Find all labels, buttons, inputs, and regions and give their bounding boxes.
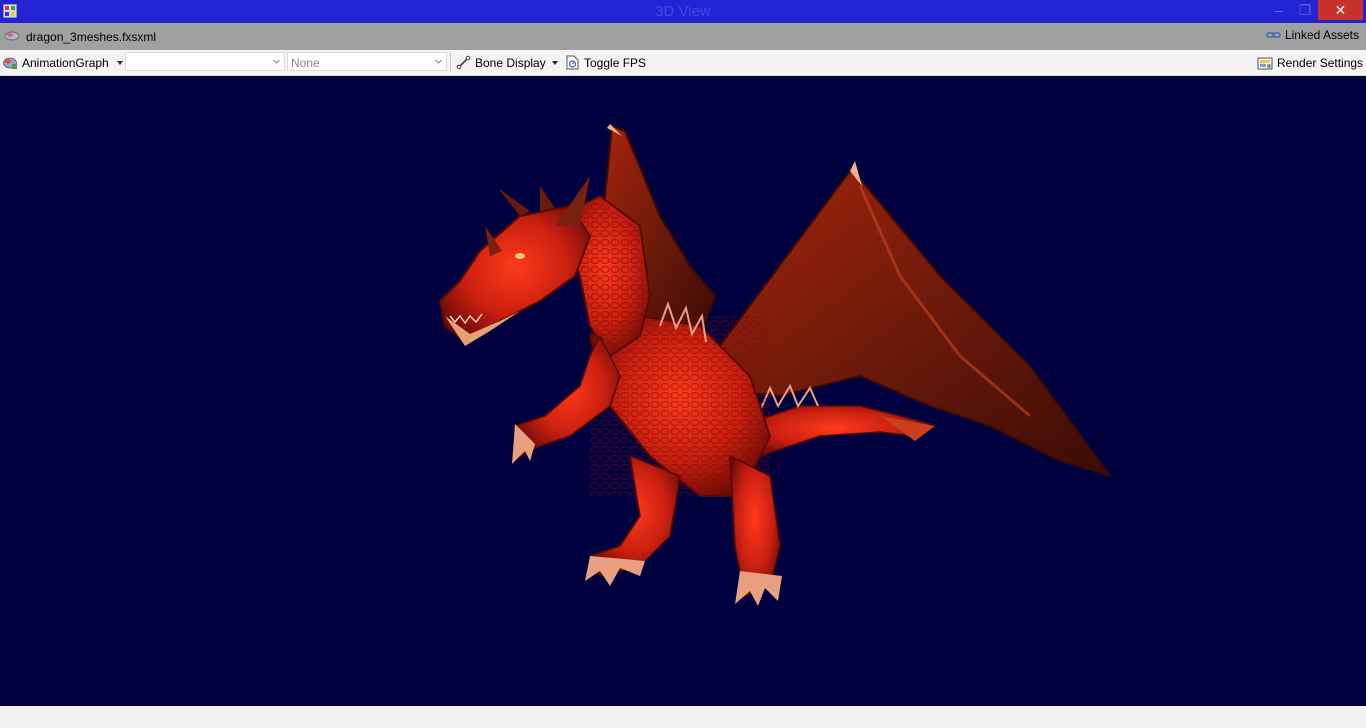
close-button[interactable]: ✕: [1318, 0, 1363, 20]
animation-graph-icon: [3, 57, 17, 69]
toggle-fps-button[interactable]: Toggle FPS: [565, 50, 646, 75]
maximize-button[interactable]: ❐: [1292, 0, 1318, 20]
window-title: 3D View: [655, 3, 711, 20]
dragon-model: [438, 124, 1113, 606]
toolbar: AnimationGraph None Bone Display Toggle: [0, 50, 1366, 76]
bone-display-label: Bone Display: [475, 55, 546, 70]
asset-file-label[interactable]: dragon_3meshes.fxsxml: [26, 30, 156, 44]
animation-graph-dropdown[interactable]: AnimationGraph: [3, 50, 123, 75]
linked-assets-button[interactable]: Linked Assets: [1266, 28, 1359, 42]
animation-select[interactable]: [125, 52, 285, 71]
link-icon: [1266, 32, 1281, 38]
fps-icon: [566, 55, 579, 70]
animation-graph-label: AnimationGraph: [22, 55, 109, 70]
bone-icon: [456, 55, 471, 70]
toolbar-separator: [450, 53, 451, 72]
clip-select[interactable]: None: [287, 52, 447, 71]
render-settings-icon: [1257, 57, 1273, 70]
bone-display-dropdown[interactable]: [548, 50, 560, 75]
chevron-down-icon: [273, 59, 280, 64]
toggle-fps-label: Toggle FPS: [584, 55, 647, 70]
render-settings-button[interactable]: Render Settings: [1257, 50, 1363, 75]
chevron-down-icon: [552, 60, 558, 65]
clip-select-value: None: [291, 56, 320, 70]
bone-display-button[interactable]: Bone Display: [456, 50, 546, 75]
chevron-down-icon: [116, 60, 123, 65]
minimize-button[interactable]: –: [1266, 0, 1292, 20]
3d-viewport[interactable]: [0, 76, 1366, 706]
mesh-file-icon: [4, 31, 20, 41]
title-bar: 3D View – ❐ ✕: [0, 0, 1366, 23]
asset-bar: dragon_3meshes.fxsxml Linked Assets: [0, 23, 1366, 50]
chevron-down-icon: [435, 59, 442, 64]
linked-assets-label: Linked Assets: [1284, 28, 1359, 42]
render-settings-label: Render Settings: [1277, 55, 1364, 70]
status-bar: [0, 706, 1366, 728]
